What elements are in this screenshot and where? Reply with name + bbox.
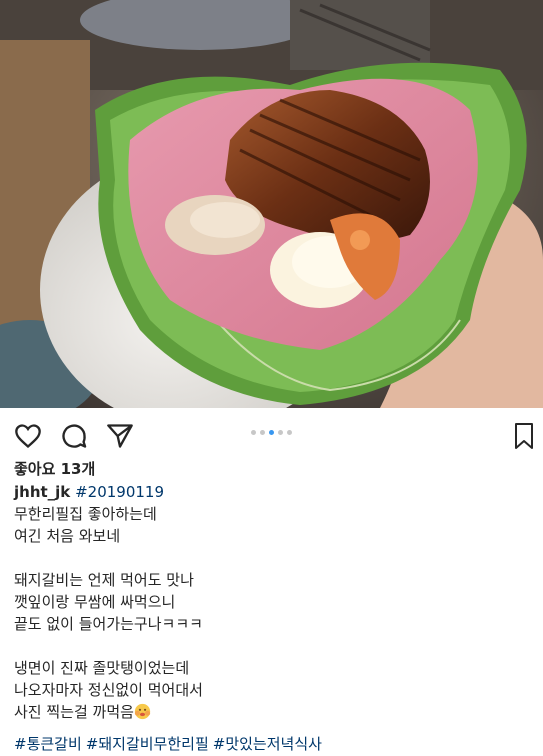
hashtag-link[interactable]: #통큰갈비 [14, 735, 82, 753]
comment-icon[interactable] [60, 422, 88, 450]
carousel-dot[interactable] [260, 430, 265, 435]
carousel-dot[interactable] [278, 430, 283, 435]
carousel-indicator [0, 430, 543, 435]
caption-line: 여긴 처음 와보네 [14, 527, 121, 545]
caption-line: 냉면이 진짜 졸맛탱이었는데 [14, 659, 190, 677]
carousel-dot-active[interactable] [269, 430, 274, 435]
caption-header: jhht_jk #20190119 [14, 481, 529, 503]
caption-line: 돼지갈비는 언제 먹어도 맛나 [14, 571, 194, 589]
heart-icon[interactable] [14, 422, 42, 450]
caption-line: 깻잎이랑 무쌈에 싸먹으니 [14, 593, 176, 611]
post-caption: 좋아요 13개 jhht_jk #20190119 무한리필집 좋아하는데 여긴… [14, 458, 529, 723]
bookmark-icon[interactable] [510, 422, 534, 450]
caption-line [14, 635, 529, 657]
caption-line: 끝도 없이 들어가는구나ㅋㅋㅋ [14, 615, 203, 633]
username-link[interactable]: jhht_jk [14, 483, 70, 501]
action-bar [0, 408, 543, 464]
date-hashtag[interactable]: #20190119 [75, 483, 164, 501]
caption-line [14, 547, 529, 569]
hashtag-list: #통큰갈비 #돼지갈비무한리필 #맛있는저녁식사 [14, 733, 326, 755]
paper-plane-icon[interactable] [106, 422, 134, 450]
face-emoji-icon [134, 703, 151, 720]
caption-line: 나오자마자 정신없이 먹어대서 [14, 681, 203, 699]
caption-line-last: 사진 찍는걸 까먹음 [14, 701, 529, 723]
hashtag-link[interactable]: #맛있는저녁식사 [213, 735, 322, 753]
carousel-dot[interactable] [251, 430, 256, 435]
carousel-dot[interactable] [287, 430, 292, 435]
caption-line: 무한리필집 좋아하는데 [14, 505, 157, 523]
hashtag-link[interactable]: #돼지갈비무한리필 [86, 735, 209, 753]
post-photo[interactable] [0, 0, 543, 408]
food-photo-illustration [0, 0, 543, 408]
caption-text: 사진 찍는걸 까먹음 [14, 703, 134, 721]
likes-count[interactable]: 좋아요 13개 [14, 458, 529, 480]
